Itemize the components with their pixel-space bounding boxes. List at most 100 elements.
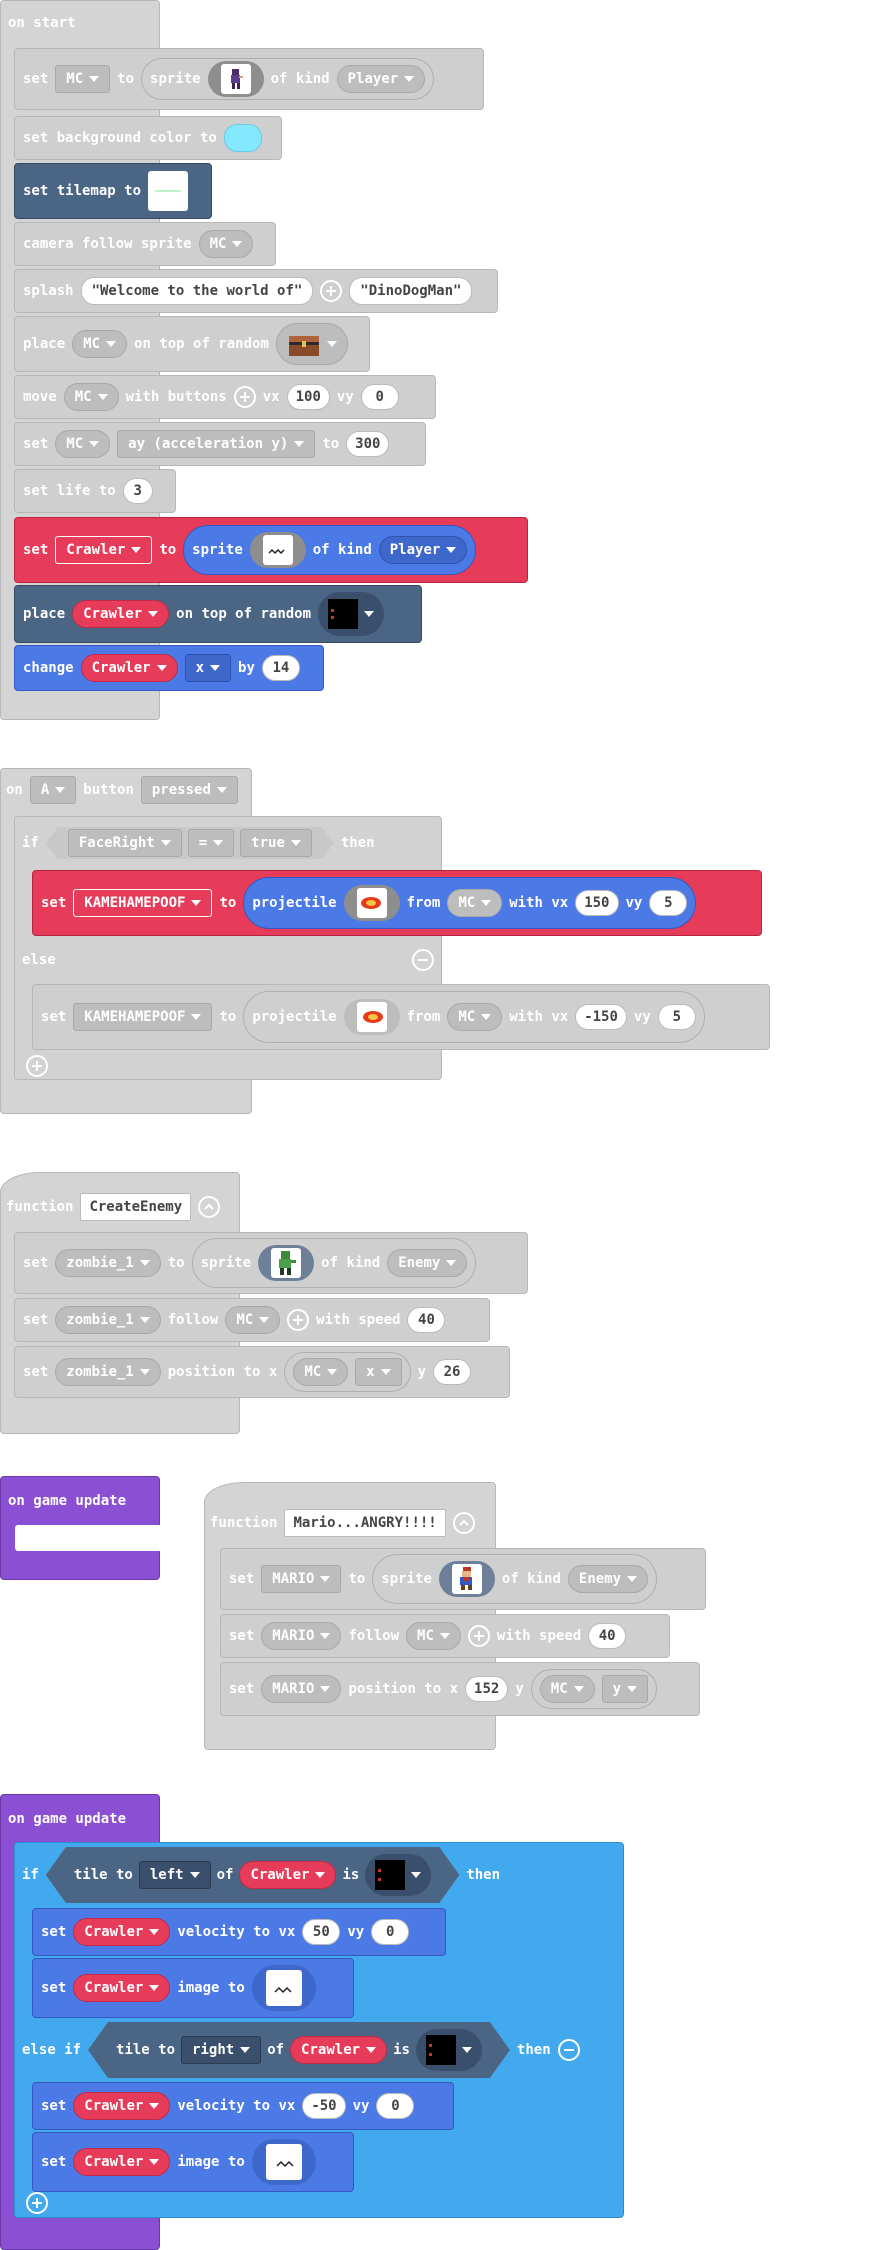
vx-input[interactable]: 50 — [302, 1919, 341, 1945]
source-dropdown[interactable]: MC — [447, 889, 503, 917]
image-picker[interactable] — [343, 999, 400, 1035]
sprite-dropdown[interactable]: Crawler — [73, 1974, 171, 2002]
camera-target-dropdown[interactable]: MC — [198, 230, 254, 258]
place-crawler-dropdown[interactable]: Crawler — [72, 600, 170, 628]
move-sprite-dropdown[interactable]: MC — [63, 383, 119, 411]
function-name-input[interactable]: Mario...ANGRY!!!! — [284, 1509, 446, 1537]
set-mario-follow-block[interactable]: set MARIO follow MC with speed 40 — [220, 1614, 670, 1658]
sprite-dropdown[interactable]: Crawler — [73, 2092, 171, 2120]
follow-target-dropdown[interactable]: MC — [225, 1306, 281, 1334]
tile-dropdown[interactable] — [275, 323, 348, 365]
vy-input[interactable]: 5 — [657, 1004, 696, 1030]
vx-input[interactable]: 100 — [286, 384, 330, 410]
sprite-dropdown[interactable]: Crawler — [73, 1918, 171, 1946]
kind-dropdown[interactable]: Enemy — [387, 1249, 468, 1277]
set-zombie-sprite-block[interactable]: set zombie_1 to sprite of kind Enemy — [14, 1232, 528, 1294]
create-sprite-reporter[interactable]: sprite of kind Enemy — [372, 1554, 658, 1604]
tile-image-dropdown[interactable] — [416, 2029, 482, 2071]
facing-var-dropdown[interactable]: FaceRight — [68, 829, 182, 857]
tile-image-dropdown[interactable] — [365, 1854, 431, 1896]
property-dropdown[interactable]: ay (acceleration y) — [117, 430, 316, 458]
speed-input[interactable]: 40 — [588, 1623, 627, 1649]
set-life-block[interactable]: set life to 3 — [14, 469, 176, 513]
remove-else-icon[interactable] — [412, 949, 434, 971]
vx-input[interactable]: -150 — [575, 1004, 627, 1030]
life-input[interactable]: 3 — [122, 478, 153, 504]
expand-icon[interactable] — [467, 1625, 490, 1647]
add-else-if-icon[interactable] — [26, 2192, 48, 2214]
source-sprite-dropdown[interactable]: MC — [293, 1358, 349, 1386]
mario-var-dropdown[interactable]: MARIO — [261, 1675, 342, 1703]
direction-dropdown[interactable]: left — [139, 1861, 211, 1889]
mario-var-dropdown[interactable]: MARIO — [261, 1565, 342, 1593]
tile-check-condition[interactable]: tile to right of Crawler is — [88, 2022, 510, 2078]
source-property-dropdown[interactable]: y — [601, 1675, 649, 1703]
zombie-var-dropdown[interactable]: zombie_1 — [55, 1249, 161, 1277]
event-dropdown[interactable]: pressed — [140, 776, 238, 804]
collapse-chevron-icon[interactable] — [452, 1512, 475, 1534]
comparison-condition[interactable]: FaceRight = true — [46, 827, 334, 859]
change-crawler-x-block[interactable]: change Crawler x by 14 — [14, 645, 324, 691]
source-dropdown[interactable]: MC — [447, 1003, 503, 1031]
change-sprite-dropdown[interactable]: Crawler — [80, 654, 178, 682]
set-mc-sprite-block[interactable]: set MC to sprite of kind Player — [14, 48, 484, 110]
speed-input[interactable]: 40 — [407, 1307, 446, 1333]
splash-block[interactable]: splash "Welcome to the world of" "DinoDo… — [14, 269, 498, 313]
vy-input[interactable]: 0 — [376, 2093, 415, 2119]
button-dropdown[interactable]: A — [29, 776, 77, 804]
zombie-var-dropdown[interactable]: zombie_1 — [55, 1306, 161, 1334]
set-crawler-image-block[interactable]: set Crawler image to — [32, 1958, 354, 2018]
create-sprite-reporter[interactable]: sprite of kind Enemy — [191, 1238, 477, 1288]
change-property-dropdown[interactable]: x — [184, 654, 232, 682]
create-sprite-reporter[interactable]: sprite of kind Player — [183, 525, 477, 575]
image-picker[interactable] — [343, 885, 400, 921]
remove-else-if-icon[interactable] — [557, 2039, 580, 2061]
kind-dropdown[interactable]: Player — [336, 65, 426, 93]
sprite-property-reporter[interactable]: MC x — [284, 1352, 411, 1392]
operator-dropdown[interactable]: = — [188, 829, 234, 857]
tile-dropdown[interactable] — [318, 592, 385, 636]
set-projectile-block[interactable]: set KAMEHAMEPOOF to projectile from MC w… — [32, 870, 762, 936]
mario-var-dropdown[interactable]: MARIO — [261, 1622, 342, 1650]
set-crawler-image-block[interactable]: set Crawler image to — [32, 2132, 354, 2192]
set-crawler-velocity-block[interactable]: set Crawler velocity to vx 50 vy 0 — [32, 1908, 446, 1956]
tilemap-thumbnail[interactable] — [148, 171, 189, 211]
set-ay-block[interactable]: set MC ay (acceleration y) to 300 — [14, 422, 426, 466]
move-with-buttons-block[interactable]: move MC with buttons vx 100 vy 0 — [14, 375, 436, 419]
direction-dropdown[interactable]: right — [181, 2036, 261, 2064]
image-picker[interactable] — [258, 1245, 315, 1281]
x-input[interactable]: 152 — [465, 1676, 509, 1702]
set-crawler-velocity-block[interactable]: set Crawler velocity to vx -50 vy 0 — [32, 2082, 454, 2130]
vy-input[interactable]: 0 — [360, 384, 399, 410]
set-mario-sprite-block[interactable]: set MARIO to sprite of kind Enemy — [220, 1548, 706, 1610]
set-tilemap-block[interactable]: set tilemap to — [14, 163, 212, 219]
image-picker[interactable] — [249, 532, 306, 568]
image-picker[interactable] — [251, 2139, 316, 2185]
collapse-chevron-icon[interactable] — [198, 1196, 221, 1218]
create-sprite-reporter[interactable]: sprite of kind Player — [141, 58, 435, 100]
on-game-update-empty-block[interactable]: on game update — [0, 1476, 161, 1580]
set-background-color-block[interactable]: set background color to — [14, 116, 282, 160]
place-sprite-dropdown[interactable]: MC — [72, 330, 128, 358]
zombie-var-dropdown[interactable]: zombie_1 — [55, 1358, 161, 1386]
splash-text-1[interactable]: "Welcome to the world of" — [80, 277, 314, 305]
sprite-dropdown[interactable]: Crawler — [290, 2036, 387, 2064]
follow-target-dropdown[interactable]: MC — [406, 1622, 461, 1650]
set-mario-position-block[interactable]: set MARIO position to x 152 y MC y — [220, 1662, 700, 1716]
vx-input[interactable]: -50 — [302, 2093, 346, 2119]
set-zombie-position-block[interactable]: set zombie_1 position to x MC x y 26 — [14, 1346, 510, 1398]
add-text-icon[interactable] — [320, 280, 343, 302]
ay-sprite-dropdown[interactable]: MC — [55, 430, 111, 458]
projectile-var-dropdown[interactable]: KAMEHAMEPOOF — [73, 1003, 213, 1031]
tile-check-condition[interactable]: tile to left of Crawler is — [46, 1847, 459, 1903]
boolean-dropdown[interactable]: true — [240, 829, 312, 857]
projectile-reporter[interactable]: projectile from MC with vx 150 vy 5 — [243, 877, 697, 929]
vx-input[interactable]: 150 — [575, 890, 619, 916]
ay-value-input[interactable]: 300 — [346, 431, 390, 457]
expand-icon[interactable] — [233, 386, 256, 408]
place-mc-block[interactable]: place MC on top of random — [14, 316, 370, 372]
crawler-var-dropdown[interactable]: Crawler — [55, 536, 153, 564]
variable-dropdown-mc[interactable]: MC — [55, 65, 111, 93]
set-crawler-sprite-block[interactable]: set Crawler to sprite of kind Player — [14, 517, 528, 583]
change-value-input[interactable]: 14 — [261, 655, 300, 681]
